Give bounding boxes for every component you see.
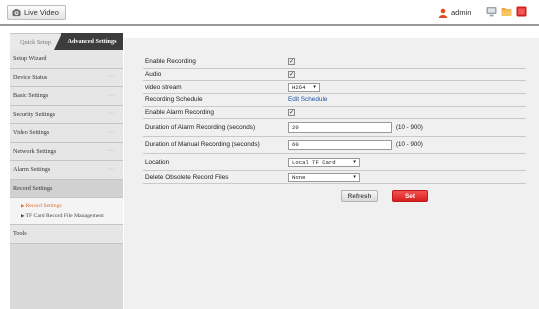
sidebar-item-label: Setup Wizard bbox=[13, 55, 47, 63]
manual-duration-range: (10 - 900) bbox=[396, 141, 423, 149]
sidebar-item-network-settings[interactable]: Network Settings ··· bbox=[10, 142, 123, 161]
delete-obsolete-value: None bbox=[292, 173, 306, 181]
video-stream-label: video stream bbox=[145, 83, 182, 91]
expand-dots-icon: ··· bbox=[107, 74, 115, 81]
recording-schedule-row: Recording Schedule Edit Schedule bbox=[143, 94, 526, 107]
sidebar-item-label: Tools bbox=[13, 230, 27, 238]
arrow-right-icon: ▶ bbox=[21, 213, 25, 218]
sidebar-item-label: Video Settings bbox=[13, 129, 50, 137]
record-settings-submenu: ▶ Record Settings ▶ TF Card Record File … bbox=[10, 198, 123, 225]
enable-alarm-recording-checkbox[interactable]: ✓ bbox=[288, 109, 295, 117]
sidebar-tabs: Quick Setup Advanced Settings bbox=[10, 33, 123, 50]
edit-schedule-link[interactable]: Edit Schedule bbox=[288, 96, 327, 103]
enable-alarm-recording-row: Enable Alarm Recording ✓ bbox=[143, 107, 526, 120]
folder-icon[interactable] bbox=[501, 6, 512, 17]
recording-schedule-label: Recording Schedule bbox=[145, 96, 203, 104]
sidebar: Quick Setup Advanced Settings Setup Wiza… bbox=[10, 33, 123, 309]
sidebar-item-label: Record Settings bbox=[13, 184, 53, 192]
alarm-duration-range: (10 - 900) bbox=[396, 124, 423, 132]
submenu-item-label: Record Settings bbox=[25, 203, 62, 209]
location-label: Location bbox=[145, 158, 170, 166]
sidebar-item-label: Basic Settings bbox=[13, 92, 49, 100]
sidebar-item-record-settings[interactable]: Record Settings bbox=[10, 179, 123, 198]
enable-recording-checkbox[interactable]: ✓ bbox=[288, 58, 295, 66]
enable-recording-row: Enable Recording ✓ bbox=[143, 56, 526, 69]
sidebar-item-setup-wizard[interactable]: Setup Wizard bbox=[10, 50, 123, 69]
sidebar-item-tools[interactable]: Tools bbox=[10, 225, 123, 244]
live-video-label: Live Video bbox=[24, 8, 59, 17]
audio-label: Audio bbox=[145, 71, 162, 79]
user-icon bbox=[438, 8, 448, 18]
location-value: Local TF Card bbox=[292, 158, 336, 166]
delete-obsolete-row: Delete Obsolete Record Files None ▼ bbox=[143, 171, 526, 185]
chevron-down-icon: ▼ bbox=[313, 84, 316, 90]
sidebar-item-alarm-settings[interactable]: Alarm Settings ··· bbox=[10, 161, 123, 180]
submenu-item-label: TF Card Record File Management bbox=[25, 213, 104, 219]
logout-icon[interactable] bbox=[516, 6, 527, 17]
expand-dots-icon: ··· bbox=[107, 92, 115, 99]
refresh-button[interactable]: Refresh bbox=[341, 190, 378, 203]
expand-dots-icon: ··· bbox=[107, 148, 115, 155]
enable-recording-label: Enable Recording bbox=[145, 58, 196, 66]
sidebar-item-label: Security Settings bbox=[13, 110, 56, 118]
location-row: Location Local TF Card ▼ bbox=[143, 154, 526, 172]
expand-dots-icon: ··· bbox=[107, 166, 115, 173]
alarm-duration-label: Duration of Alarm Recording (seconds) bbox=[145, 124, 256, 132]
alarm-duration-row: Duration of Alarm Recording (seconds) 20… bbox=[143, 119, 526, 137]
audio-row: Audio ✓ bbox=[143, 69, 526, 82]
expand-dots-icon: ··· bbox=[107, 129, 115, 136]
delete-obsolete-select[interactable]: None ▼ bbox=[288, 172, 360, 182]
sidebar-item-security-settings[interactable]: Security Settings ··· bbox=[10, 105, 123, 124]
record-settings-form: Enable Recording ✓ Audio ✓ video stream … bbox=[143, 56, 526, 208]
video-stream-row: video stream H264 ▼ bbox=[143, 81, 526, 95]
location-select[interactable]: Local TF Card ▼ bbox=[288, 157, 360, 167]
manual-duration-label: Duration of Manual Recording (seconds) bbox=[145, 141, 260, 149]
chevron-down-icon: ▼ bbox=[353, 174, 356, 180]
audio-checkbox[interactable]: ✓ bbox=[288, 71, 295, 79]
expand-dots-icon: ··· bbox=[107, 111, 115, 118]
top-bar: Live Video admin bbox=[0, 0, 539, 24]
user-name: admin bbox=[451, 8, 472, 17]
screen-icon[interactable] bbox=[486, 6, 497, 17]
camera-icon bbox=[12, 9, 21, 17]
set-button[interactable]: Set bbox=[392, 190, 428, 203]
video-stream-select[interactable]: H264 ▼ bbox=[288, 82, 320, 92]
alarm-duration-input[interactable]: 20 bbox=[288, 122, 392, 133]
live-video-button[interactable]: Live Video bbox=[7, 5, 66, 20]
sidebar-item-video-settings[interactable]: Video Settings ··· bbox=[10, 124, 123, 143]
sidebar-item-basic-settings[interactable]: Basic Settings ··· bbox=[10, 87, 123, 106]
submenu-item-tf-card-management[interactable]: ▶ TF Card Record File Management bbox=[21, 211, 123, 221]
tab-advanced-settings[interactable]: Advanced Settings bbox=[61, 33, 123, 50]
arrow-right-icon: ▶ bbox=[21, 203, 25, 208]
user-menu[interactable]: admin bbox=[438, 6, 471, 19]
enable-alarm-recording-label: Enable Alarm Recording bbox=[145, 109, 214, 117]
manual-duration-input[interactable]: 60 bbox=[288, 139, 392, 151]
chevron-down-icon: ▼ bbox=[353, 159, 356, 165]
sidebar-nav: Setup Wizard Device Status ··· Basic Set… bbox=[10, 50, 123, 244]
video-stream-value: H264 bbox=[292, 83, 306, 91]
form-actions: Refresh Set bbox=[143, 184, 526, 208]
sidebar-item-device-status[interactable]: Device Status ··· bbox=[10, 68, 123, 87]
sidebar-item-label: Device Status bbox=[13, 73, 48, 81]
submenu-item-record-settings[interactable]: ▶ Record Settings bbox=[21, 201, 123, 211]
delete-obsolete-label: Delete Obsolete Record Files bbox=[145, 173, 229, 181]
sidebar-item-label: Alarm Settings bbox=[13, 166, 51, 174]
manual-duration-row: Duration of Manual Recording (seconds) 6… bbox=[143, 137, 526, 155]
sidebar-item-label: Network Settings bbox=[13, 147, 57, 155]
